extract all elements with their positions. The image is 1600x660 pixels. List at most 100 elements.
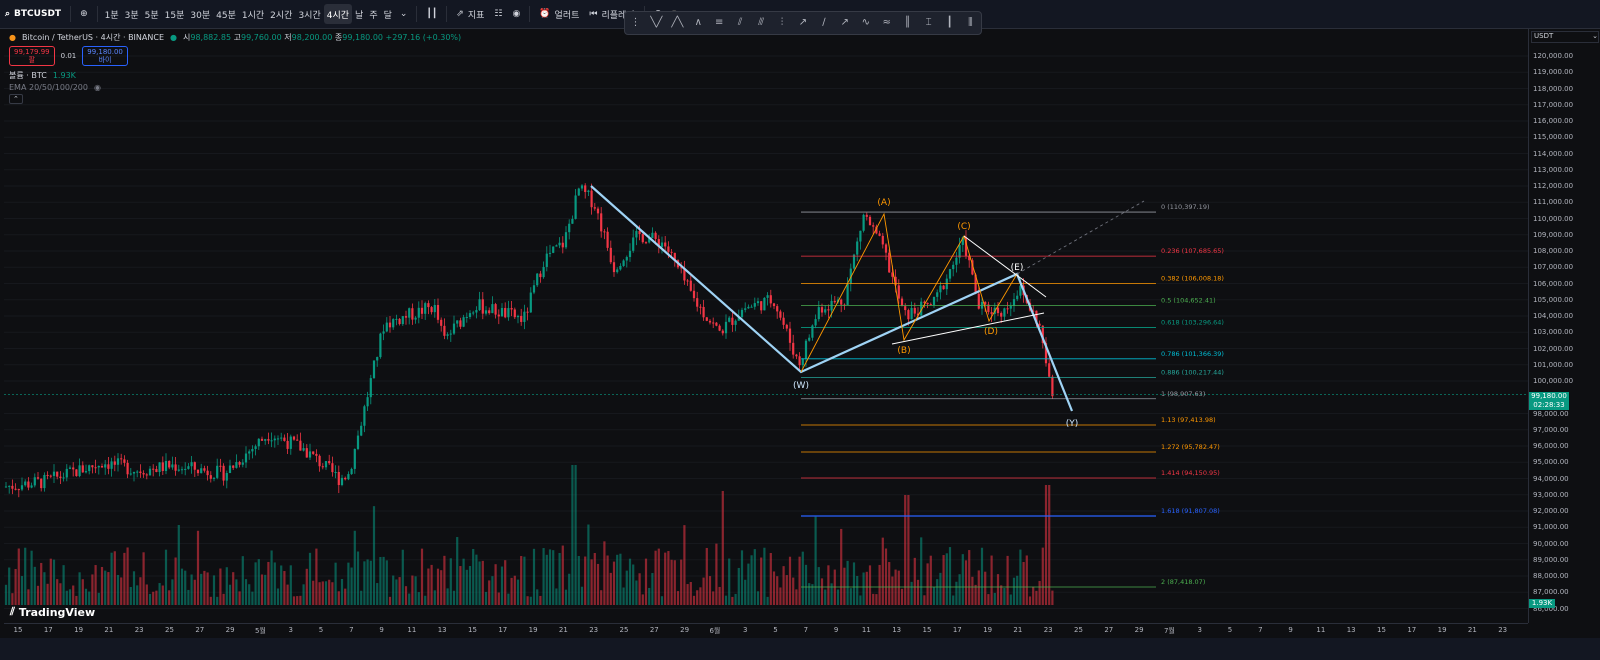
legend-title[interactable]: Bitcoin / TetherUS · 4시간 · BINANCE	[22, 32, 164, 43]
timeframe-button[interactable]: 2시간	[267, 4, 295, 24]
candle-body	[248, 451, 251, 454]
volume-bar	[337, 591, 340, 605]
vertical-lines-icon[interactable]: ║	[901, 17, 915, 29]
candle-body	[142, 473, 145, 475]
timeframe-button[interactable]: 4시간	[323, 4, 353, 24]
tradingview-logo-icon: ⫽	[10, 605, 15, 618]
fan-icon[interactable]: ⫶	[775, 17, 789, 29]
candle-body	[91, 465, 94, 468]
candle-body	[446, 334, 449, 336]
candle-body	[206, 470, 209, 476]
candle-body	[196, 469, 200, 474]
candle-body	[785, 324, 788, 329]
symbol-search[interactable]: ⌕ BTCUSDT	[0, 4, 66, 24]
candle-body	[696, 298, 699, 307]
candle-body	[654, 232, 657, 240]
volume-bar	[964, 560, 968, 605]
chart-type-button[interactable]: ┃┃	[421, 4, 442, 24]
candle-body	[1051, 376, 1054, 397]
timeframe-button[interactable]: 달	[381, 4, 395, 24]
timeframe-button[interactable]: 주	[366, 4, 380, 24]
volume-bar	[43, 572, 46, 605]
timeframe-dropdown[interactable]: ⌄	[395, 4, 413, 24]
volume-bar	[17, 548, 20, 605]
timeframe-button[interactable]: 45분	[213, 4, 239, 24]
volume-bar	[984, 571, 987, 605]
candle-body	[577, 188, 580, 196]
indicators-button[interactable]: ⇗ 지표	[451, 4, 489, 24]
pattern-icon[interactable]: ╲╱	[649, 17, 663, 29]
tradingview-logo[interactable]: ⫽ TradingView	[10, 605, 95, 619]
price-chart[interactable]: 0 (110,397.19) 0.236 (107,685.65) 0.382 (1…	[4, 29, 1528, 623]
bars-icon[interactable]: ┃	[943, 17, 957, 29]
channel-icon[interactable]: ⫽	[733, 17, 747, 29]
volume-bar	[654, 550, 657, 605]
volume-bar	[430, 564, 433, 605]
candle-body	[200, 468, 203, 474]
fib-icon[interactable]: ⫻	[754, 17, 768, 29]
alert-button[interactable]: ⏰ 얼러트	[534, 4, 584, 24]
wave-label-a: (A)	[877, 198, 890, 208]
wave-icon[interactable]: ∿	[859, 17, 873, 29]
timeframe-button[interactable]: 3시간	[295, 4, 323, 24]
trendline-icon[interactable]: ∕	[817, 17, 831, 29]
collapse-button[interactable]: ⌃	[9, 94, 23, 104]
volume-bar	[305, 568, 308, 605]
timeframe-button[interactable]: 1시간	[239, 4, 267, 24]
ema-label[interactable]: EMA 20/50/100/200	[9, 83, 88, 92]
eye-icon[interactable]: ◉	[94, 83, 101, 92]
timeframe-button[interactable]: 5분	[142, 4, 162, 24]
chart-pane[interactable]: 0 (110,397.19) 0.236 (107,685.65) 0.382 (1…	[4, 29, 1528, 623]
search-icon: ⌕	[5, 9, 11, 19]
candle-body	[878, 233, 881, 236]
volume-bar	[977, 570, 980, 605]
volume-bar	[510, 577, 513, 605]
candle-body	[260, 438, 264, 441]
wave-icon[interactable]: ≈	[880, 17, 894, 29]
currency-selector[interactable]: USDT ⌄	[1531, 31, 1599, 43]
price-scale[interactable]: USDT ⌄ 120,000.00 119,000.00 118,000.00 117,…	[1528, 29, 1600, 623]
candle-body	[46, 474, 49, 476]
templates-button[interactable]: ☷	[489, 4, 507, 24]
fan-icon[interactable]: ↗	[796, 17, 810, 29]
drawing-toolbar[interactable]: ⋮ ╲╱ ╱╲ ∧ ≡ ⫽ ⫻ ⫶ ↗ ∕ ↗ ∿ ≈ ║ ⌶ ┃ ⫼	[624, 11, 982, 35]
time-tick: 19	[528, 626, 538, 634]
timeframe-button[interactable]: 30분	[187, 4, 213, 24]
pattern-icon[interactable]: ∧	[691, 17, 705, 29]
add-symbol-button[interactable]: ⊕	[75, 4, 93, 24]
candle-body	[1048, 363, 1051, 377]
lines-icon[interactable]: ≡	[712, 17, 726, 29]
range-icon[interactable]: ⌶	[922, 17, 936, 29]
volume-label[interactable]: 볼륨 · BTC	[9, 70, 47, 81]
timeframe-button[interactable]: 15분	[162, 4, 188, 24]
volume-bar	[849, 588, 852, 605]
buy-button[interactable]: 99,180.00 바이	[82, 46, 128, 66]
currency-label: USDT	[1534, 32, 1554, 40]
timeframe-button[interactable]: 3분	[122, 4, 142, 24]
volume-bar	[78, 572, 81, 605]
volume-bar	[107, 572, 110, 605]
ray-icon[interactable]: ↗	[838, 17, 852, 29]
price-tick: 119,000.00	[1533, 68, 1574, 77]
fib-level-label: 2 (87,418.07)	[1161, 578, 1205, 586]
more-icon[interactable]: ⫼	[963, 17, 977, 29]
time-tick: 17	[43, 626, 53, 634]
candle-body	[542, 266, 545, 278]
time-tick: 23	[589, 626, 599, 634]
volume-bar	[171, 579, 174, 605]
pattern-icon[interactable]: ╱╲	[670, 17, 684, 29]
record-button[interactable]: ◉	[507, 4, 525, 24]
candle-body	[363, 406, 366, 426]
volume-bar	[939, 572, 942, 605]
timeframe-button[interactable]: 1분	[102, 4, 122, 24]
timeframe-button[interactable]: 날	[352, 4, 366, 24]
drag-handle-icon[interactable]: ⋮	[628, 17, 642, 29]
candle-body	[14, 488, 17, 490]
candle-body	[766, 295, 769, 298]
volume-bar	[46, 583, 49, 605]
sell-button[interactable]: 99,179.99 팔	[9, 46, 55, 66]
time-axis[interactable]: 15 17 19 21 23 25 27 29 5월 3 5 7 9 11 13 15 17 19 21 23 25 27…	[4, 623, 1528, 638]
status-dot-icon: ●	[170, 32, 177, 42]
candle-body	[510, 308, 513, 310]
volume-bar	[446, 588, 449, 605]
